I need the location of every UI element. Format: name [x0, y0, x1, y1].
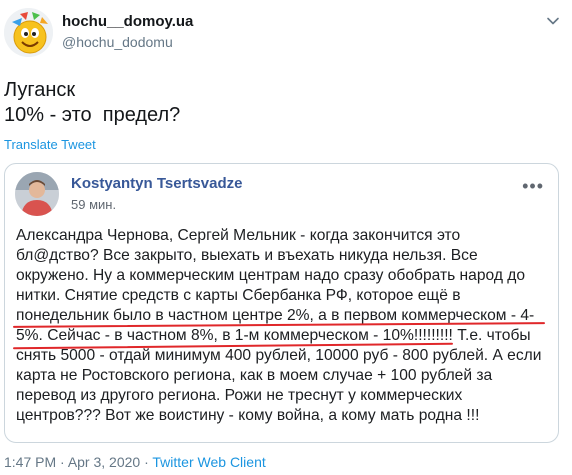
- person-photo-icon: [15, 172, 59, 216]
- separator: ·: [56, 454, 68, 470]
- post-line: карта не Ростовского региона, как в моем…: [16, 367, 493, 384]
- post-line: окружено. Ну а коммерческим центрам надо…: [16, 267, 526, 284]
- author-name[interactable]: hochu__domoy.ua: [62, 13, 193, 31]
- avatar[interactable]: [4, 8, 53, 57]
- embedded-screenshot[interactable]: Kostyantyn Tsertsvadze 59 мин. ••• Алекс…: [4, 163, 559, 443]
- author-handle[interactable]: @hochu_dodomu: [62, 33, 193, 51]
- chevron-down-icon[interactable]: [546, 14, 560, 28]
- tweet-date[interactable]: Apr 3, 2020: [68, 454, 140, 470]
- post-line: перевод из другого региона. Рожи не трес…: [16, 387, 463, 404]
- translate-tweet-link[interactable]: Translate Tweet: [4, 137, 96, 152]
- tweet-text: Луганск 10% - это предел?: [4, 78, 180, 128]
- emoji-avatar-icon: [4, 8, 53, 57]
- post-line: Александра Чернова, Сергей Мельник - ког…: [16, 227, 461, 244]
- post-line: бл@дство? Все закрыто, выехать и въехать…: [16, 247, 478, 264]
- post-line: 5%. Сейчас - в частном 8%, в 1-м коммерч…: [16, 327, 531, 344]
- post-line: центров??? Вот же воистину - кому война,…: [16, 407, 480, 424]
- tweet-text-line: 10% - это предел?: [4, 104, 181, 126]
- separator: ·: [140, 454, 153, 470]
- post-line: нитки. Снятие средств с карты Сбербанка …: [16, 287, 461, 304]
- tweet-text-line: Луганск: [4, 79, 76, 101]
- fb-post-time: 59 мин.: [71, 197, 117, 212]
- tweet-time[interactable]: 1:47 PM: [4, 454, 56, 470]
- fb-author-name: Kostyantyn Tsertsvadze: [71, 175, 243, 192]
- tweet-meta: 1:47 PM · Apr 3, 2020 · Twitter Web Clie…: [4, 454, 266, 470]
- tweet-author[interactable]: hochu__domoy.ua @hochu_dodomu: [62, 13, 193, 51]
- more-horizontal-icon: •••: [522, 176, 544, 196]
- tweet-client-link[interactable]: Twitter Web Client: [152, 454, 265, 470]
- fb-author-avatar: [15, 172, 59, 216]
- post-line: снять 5000 - отдай минимум 400 рублей, 1…: [16, 347, 542, 364]
